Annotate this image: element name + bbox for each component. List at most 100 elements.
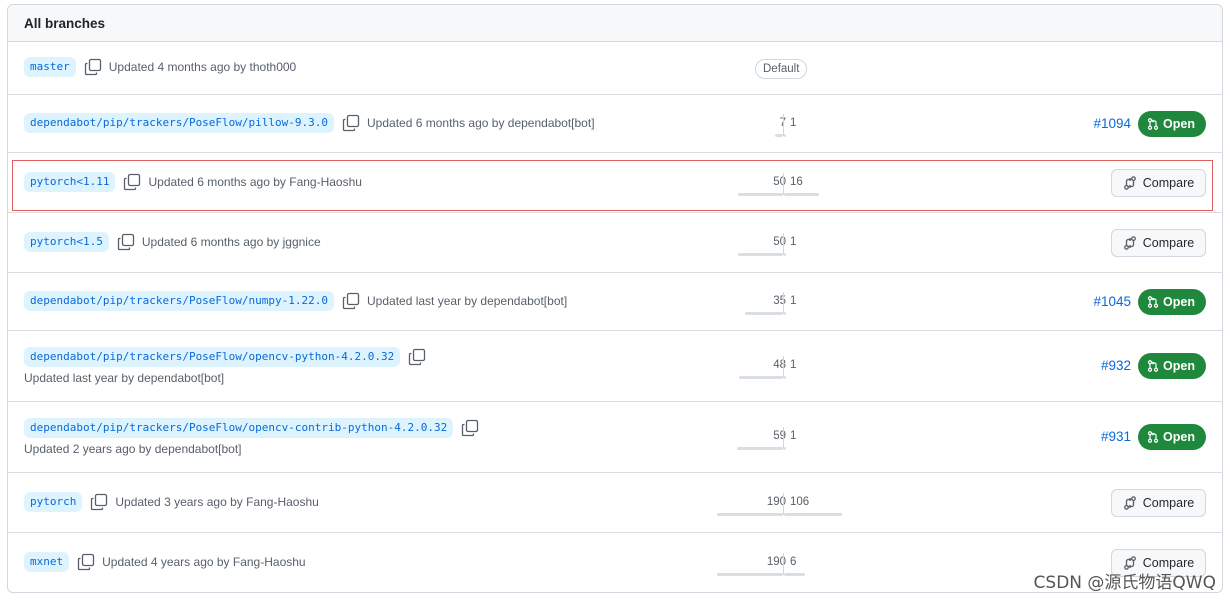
git-pull-request-icon <box>1147 360 1159 372</box>
copy-icon[interactable] <box>117 233 135 251</box>
copy-icon[interactable] <box>84 58 102 76</box>
ahead-count: 16 <box>790 176 803 188</box>
compare-arrows-icon <box>1123 496 1136 510</box>
ahead-behind-indicator: 59 1 <box>713 427 843 451</box>
copy-icon[interactable] <box>408 348 426 366</box>
open-label: Open <box>1163 117 1195 131</box>
branch-row: pytorch<1.5 Updated 6 months ago by jggn… <box>8 213 1222 273</box>
ahead-bar <box>784 573 805 576</box>
pull-request-link[interactable]: #1045 <box>1093 294 1131 309</box>
ahead-bar <box>784 253 786 256</box>
behind-bar <box>738 253 783 256</box>
ahead-behind-indicator: 35 1 <box>713 292 843 316</box>
branch-row: dependabot/pip/trackers/PoseFlow/opencv-… <box>8 402 1222 473</box>
behind-count: 59 <box>773 430 786 442</box>
behind-count: 50 <box>773 176 786 188</box>
ahead-behind-indicator: 190 6 <box>713 553 843 577</box>
panel-title: All branches <box>24 15 106 31</box>
ahead-count: 1 <box>790 295 797 307</box>
copy-icon[interactable] <box>123 173 141 191</box>
ahead-behind-divider <box>783 427 784 449</box>
ahead-bar <box>784 312 786 315</box>
ahead-count: 106 <box>790 496 810 508</box>
branch-row: pytorch Updated 3 years ago by Fang-Haos… <box>8 473 1222 533</box>
branch-updated-text: Updated 4 months ago by thoth000 <box>108 60 297 74</box>
ahead-count: 1 <box>790 236 797 248</box>
ahead-behind-indicator: 50 16 <box>713 173 843 197</box>
ahead-bar <box>784 376 786 379</box>
branch-row-highlighted: pytorch<1.11 Updated 6 months ago by Fan… <box>8 153 1222 213</box>
ahead-behind-indicator: 50 1 <box>713 233 843 257</box>
open-pr-button[interactable]: Open <box>1138 289 1206 315</box>
ahead-bar <box>784 447 786 450</box>
panel-header: All branches <box>8 5 1222 42</box>
branch-updated-text: Updated 6 months ago by jggnice <box>141 235 321 249</box>
ahead-count: 1 <box>790 359 797 371</box>
branch-name-link[interactable]: pytorch<1.5 <box>24 232 109 252</box>
ahead-behind-divider <box>783 114 784 136</box>
branch-name-link[interactable]: dependabot/pip/trackers/PoseFlow/pillow-… <box>24 113 335 133</box>
branch-row: master Updated 4 months ago by thoth000 … <box>8 42 1222 95</box>
branch-updated-text: Updated 2 years ago by dependabot[bot] <box>24 442 242 456</box>
git-pull-request-icon <box>1147 431 1159 443</box>
behind-count: 35 <box>773 295 786 307</box>
pull-request-link[interactable]: #1094 <box>1093 116 1131 131</box>
pull-request-link[interactable]: #931 <box>1101 429 1131 444</box>
ahead-behind-indicator: 7 1 <box>713 114 843 138</box>
behind-count: 48 <box>773 359 786 371</box>
branch-name-link[interactable]: mxnet <box>24 552 70 572</box>
branch-name-link[interactable]: dependabot/pip/trackers/PoseFlow/opencv-… <box>24 347 401 367</box>
ahead-bar <box>784 513 842 516</box>
compare-arrows-icon <box>1123 176 1136 190</box>
ahead-behind-divider <box>783 356 784 378</box>
open-pr-button[interactable]: Open <box>1138 111 1206 137</box>
ahead-behind-indicator: 48 1 <box>713 356 843 380</box>
branch-updated-text: Updated last year by dependabot[bot] <box>367 294 568 308</box>
copy-icon[interactable] <box>342 292 360 310</box>
behind-bar <box>717 513 783 516</box>
default-badge: Default <box>755 59 808 79</box>
branch-updated-text: Updated 6 months ago by Fang-Haoshu <box>148 175 362 189</box>
open-label: Open <box>1163 359 1195 373</box>
ahead-behind-divider <box>783 292 784 314</box>
copy-icon[interactable] <box>77 553 95 571</box>
ahead-bar <box>784 193 819 196</box>
open-pr-button[interactable]: Open <box>1138 353 1206 379</box>
branch-name-link[interactable]: pytorch <box>24 492 83 512</box>
copy-icon[interactable] <box>461 419 479 437</box>
branch-row: dependabot/pip/trackers/PoseFlow/pillow-… <box>8 95 1222 153</box>
git-pull-request-icon <box>1147 118 1159 130</box>
open-label: Open <box>1163 295 1195 309</box>
behind-count: 50 <box>773 236 786 248</box>
ahead-count: 1 <box>790 430 797 442</box>
ahead-behind-divider <box>783 233 784 255</box>
copy-icon[interactable] <box>90 493 108 511</box>
ahead-behind-divider <box>783 493 784 515</box>
behind-bar <box>717 573 783 576</box>
compare-label: Compare <box>1142 496 1195 510</box>
ahead-behind-divider <box>783 553 784 575</box>
open-pr-button[interactable]: Open <box>1138 424 1206 450</box>
behind-bar <box>745 312 783 315</box>
ahead-count: 1 <box>790 117 797 129</box>
ahead-behind-indicator: 190 106 <box>713 493 843 517</box>
branch-updated-text: Updated last year by dependabot[bot] <box>24 371 225 385</box>
branch-updated-text: Updated 6 months ago by dependabot[bot] <box>367 116 595 130</box>
behind-bar <box>737 447 783 450</box>
ahead-count: 6 <box>790 556 797 568</box>
branch-row: dependabot/pip/trackers/PoseFlow/numpy-1… <box>8 273 1222 331</box>
compare-button[interactable]: Compare <box>1111 489 1206 517</box>
copy-icon[interactable] <box>342 114 360 132</box>
behind-bar <box>775 134 783 137</box>
compare-label: Compare <box>1142 176 1195 190</box>
pull-request-link[interactable]: #932 <box>1101 358 1131 373</box>
branch-name-link[interactable]: master <box>24 57 76 77</box>
compare-button[interactable]: Compare <box>1111 229 1206 257</box>
compare-button[interactable]: Compare <box>1111 169 1206 197</box>
branch-name-link[interactable]: dependabot/pip/trackers/PoseFlow/opencv-… <box>24 418 454 438</box>
compare-arrows-icon <box>1123 236 1136 250</box>
open-label: Open <box>1163 430 1195 444</box>
branches-panel: All branches master Updated 4 months ago… <box>7 4 1223 593</box>
branch-name-link[interactable]: dependabot/pip/trackers/PoseFlow/numpy-1… <box>24 291 335 311</box>
branch-name-link[interactable]: pytorch<1.11 <box>24 172 116 192</box>
